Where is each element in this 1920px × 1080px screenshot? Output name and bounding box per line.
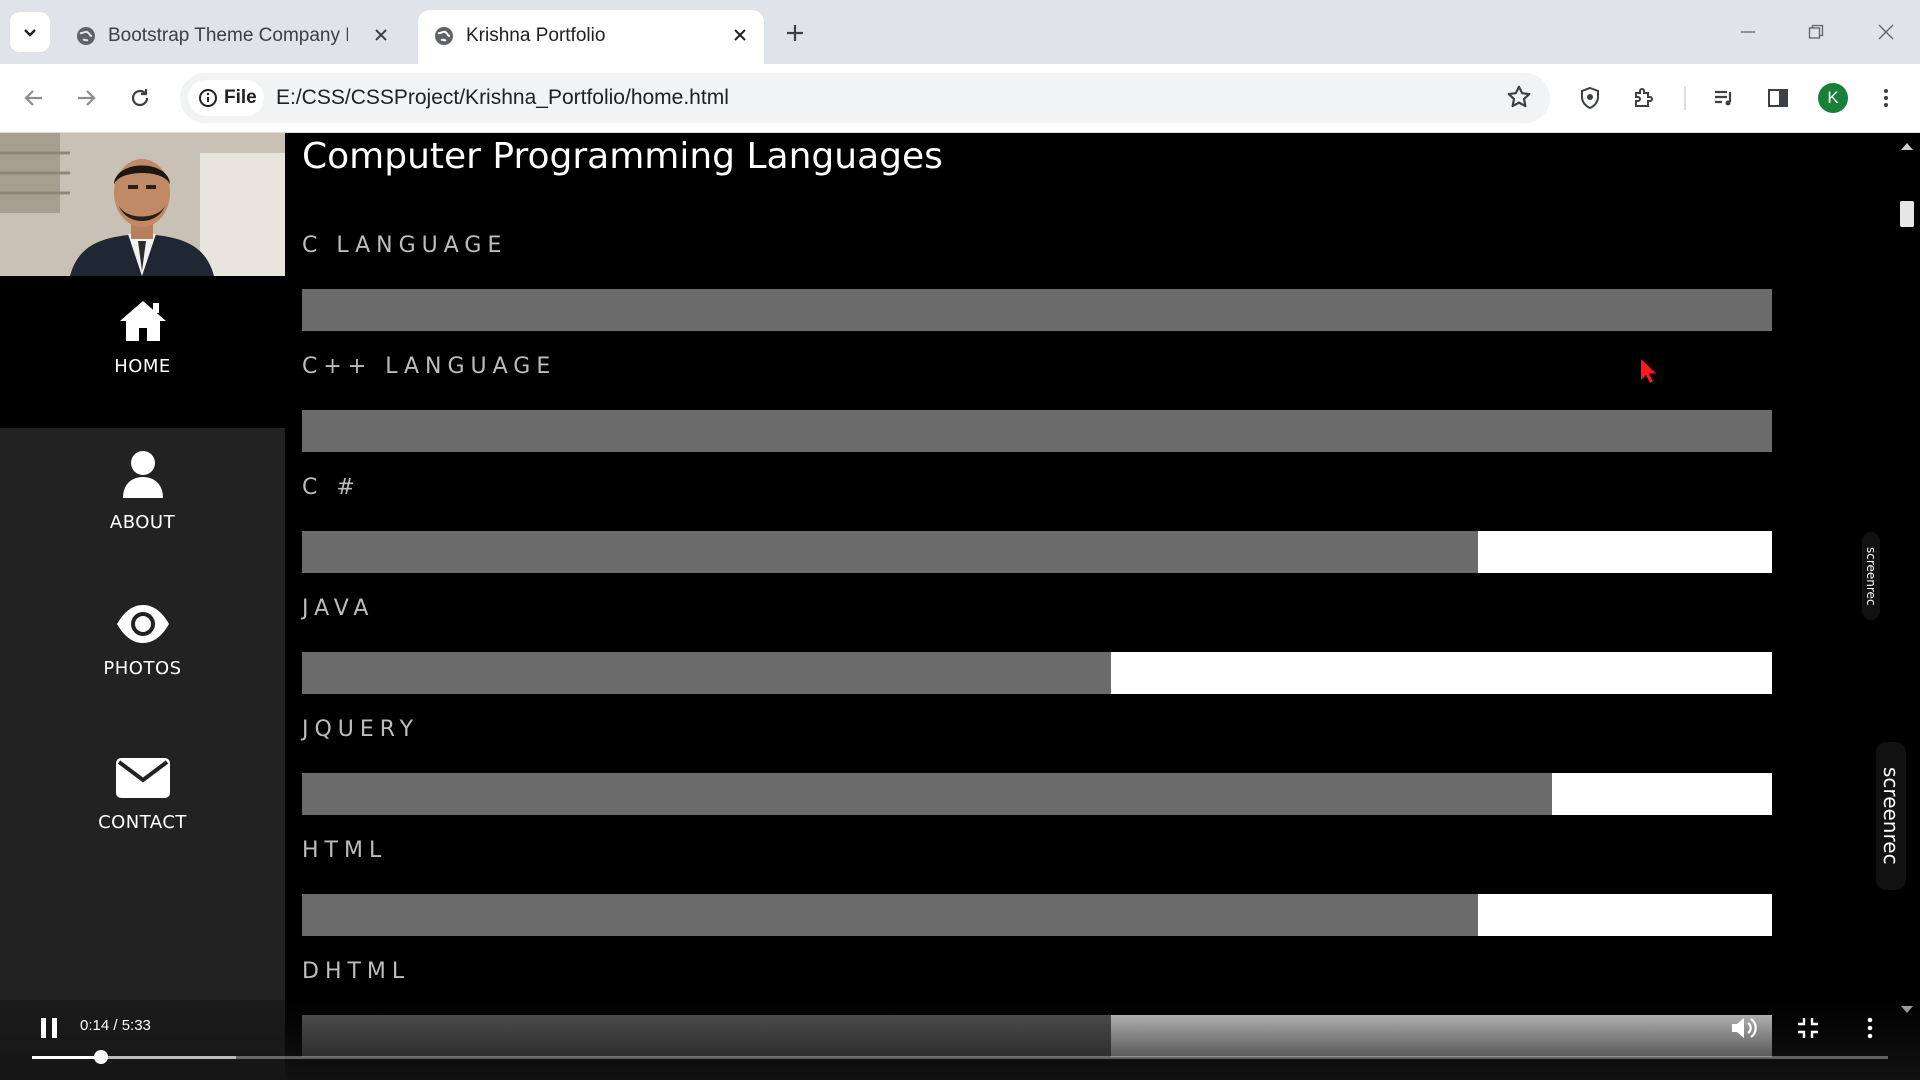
- sidebar-item-label: HOME: [114, 356, 171, 377]
- skill-label: JAVA: [302, 596, 375, 621]
- skill-bar-fill: [302, 410, 1772, 452]
- skill-bar-fill: [302, 894, 1478, 936]
- skill-bar: [302, 894, 1772, 936]
- video-played-bar: [32, 1056, 101, 1059]
- side-panel-button[interactable]: [1760, 80, 1796, 116]
- restore-button[interactable]: [1796, 14, 1836, 50]
- video-progress-handle[interactable]: [93, 1050, 108, 1064]
- volume-icon: [1732, 1018, 1757, 1038]
- skill-bar-fill: [302, 773, 1552, 815]
- sidebar-item-label: ABOUT: [109, 512, 176, 533]
- close-tab-icon[interactable]: [728, 23, 752, 47]
- main-content: Computer Programming Languages C LANGUAG…: [285, 133, 1895, 1080]
- skill-bar: [302, 531, 1772, 573]
- side-panel-icon: [1768, 89, 1788, 107]
- video-progress-track[interactable]: [32, 1050, 1888, 1064]
- shield-extension-button[interactable]: [1572, 80, 1608, 116]
- more-vertical-icon: [1884, 89, 1888, 107]
- toolbar-separator: [1684, 86, 1686, 110]
- tab-title: Bootstrap Theme Company Pag: [108, 25, 348, 46]
- arrow-left-icon: [24, 90, 42, 106]
- reload-button[interactable]: [122, 80, 158, 116]
- restore-icon: [1808, 24, 1824, 39]
- volume-button[interactable]: [1726, 1012, 1762, 1044]
- pause-button[interactable]: [34, 1014, 64, 1042]
- close-window-button[interactable]: [1866, 14, 1906, 50]
- mouse-cursor-icon: [1641, 359, 1656, 383]
- profile-photo: [0, 133, 285, 276]
- page-scrollbar[interactable]: [1895, 133, 1920, 1080]
- media-controls-button[interactable]: [1706, 80, 1742, 116]
- tab-title: Krishna Portfolio: [466, 25, 606, 46]
- playback-time: 0:14 / 5:33: [80, 1017, 151, 1034]
- browser-toolbar: File E:/CSS/CSSProject/Krishna_Portfolio…: [0, 64, 1920, 133]
- globe-icon: [77, 27, 95, 45]
- tab-bootstrap-theme[interactable]: Bootstrap Theme Company Pag: [60, 10, 405, 64]
- sidebar-item-label: PHOTOS: [103, 658, 182, 679]
- user-icon: [122, 451, 163, 498]
- puzzle-icon: [1635, 88, 1653, 107]
- skill-bar-fill: [302, 652, 1111, 694]
- scrollbar-thumb[interactable]: [1900, 201, 1914, 227]
- exit-fullscreen-button[interactable]: [1790, 1012, 1826, 1044]
- skill-label: JQUERY: [302, 717, 420, 742]
- close-tab-icon[interactable]: [369, 23, 393, 47]
- screenrec-badge-small[interactable]: screenrec: [1862, 532, 1880, 620]
- skill-label: HTML: [302, 838, 388, 863]
- shield-icon: [1581, 86, 1599, 110]
- url-text[interactable]: E:/CSS/CSSProject/Krishna_Portfolio/home…: [276, 86, 729, 110]
- site-info-label: File: [224, 87, 257, 108]
- screenrec-badge[interactable]: screenrec: [1876, 742, 1906, 890]
- skill-bar: [302, 289, 1772, 331]
- sidebar-nav: HOME ABOUT PHOTOS CONTACT: [0, 133, 285, 1080]
- skill-bar: [302, 773, 1772, 815]
- new-tab-button[interactable]: [780, 18, 810, 48]
- exit-fullscreen-icon: [1798, 1018, 1818, 1038]
- minimize-icon: [1741, 31, 1755, 33]
- sidebar-item-home[interactable]: HOME: [0, 276, 285, 428]
- page-title: Computer Programming Languages: [302, 136, 943, 177]
- eye-icon: [116, 605, 169, 643]
- skill-bar: [302, 410, 1772, 452]
- skill-label: C LANGUAGE: [302, 233, 508, 258]
- forward-button[interactable]: [68, 80, 104, 116]
- envelope-icon: [115, 758, 170, 798]
- extensions-button[interactable]: [1626, 80, 1662, 116]
- skill-bar-fill: [302, 289, 1772, 331]
- skill-label: C++ LANGUAGE: [302, 354, 557, 379]
- player-menu-button[interactable]: [1852, 1012, 1888, 1044]
- browser-tab-bar: Bootstrap Theme Company Pag Krishna Port…: [0, 0, 1920, 64]
- playlist-icon: [1715, 90, 1732, 106]
- skill-label: C #: [302, 475, 361, 500]
- sidebar-item-photos[interactable]: PHOTOS: [0, 580, 285, 732]
- video-player-controls: 0:14 / 5:33: [0, 1000, 1920, 1080]
- chevron-down-icon: [24, 29, 36, 37]
- address-bar[interactable]: File E:/CSS/CSSProject/Krishna_Portfolio…: [180, 73, 1550, 123]
- skill-label: DHTML: [302, 959, 411, 984]
- scroll-up-icon[interactable]: [1900, 141, 1914, 151]
- info-icon: [199, 89, 217, 107]
- sidebar-item-label: CONTACT: [98, 812, 187, 833]
- globe-icon: [435, 27, 453, 45]
- reload-icon: [131, 89, 149, 107]
- skill-bar-fill: [302, 531, 1478, 573]
- sidebar-item-about[interactable]: ABOUT: [0, 428, 285, 580]
- tab-krishna-portfolio[interactable]: Krishna Portfolio: [418, 10, 764, 64]
- browser-menu-button[interactable]: [1868, 80, 1904, 116]
- arrow-right-icon: [78, 90, 96, 106]
- bookmark-star-icon[interactable]: [1506, 84, 1532, 114]
- more-vertical-icon: [1867, 1017, 1873, 1039]
- home-icon: [119, 301, 166, 341]
- skill-bar: [302, 652, 1772, 694]
- close-icon: [1878, 24, 1894, 40]
- plus-icon: [787, 25, 803, 41]
- minimize-button[interactable]: [1728, 14, 1768, 50]
- tab-search-button[interactable]: [10, 12, 50, 52]
- site-info-chip[interactable]: File: [188, 80, 264, 116]
- profile-avatar[interactable]: K: [1818, 83, 1848, 113]
- back-button[interactable]: [16, 80, 52, 116]
- pause-icon: [41, 1018, 57, 1038]
- sidebar-item-contact[interactable]: CONTACT: [0, 732, 285, 884]
